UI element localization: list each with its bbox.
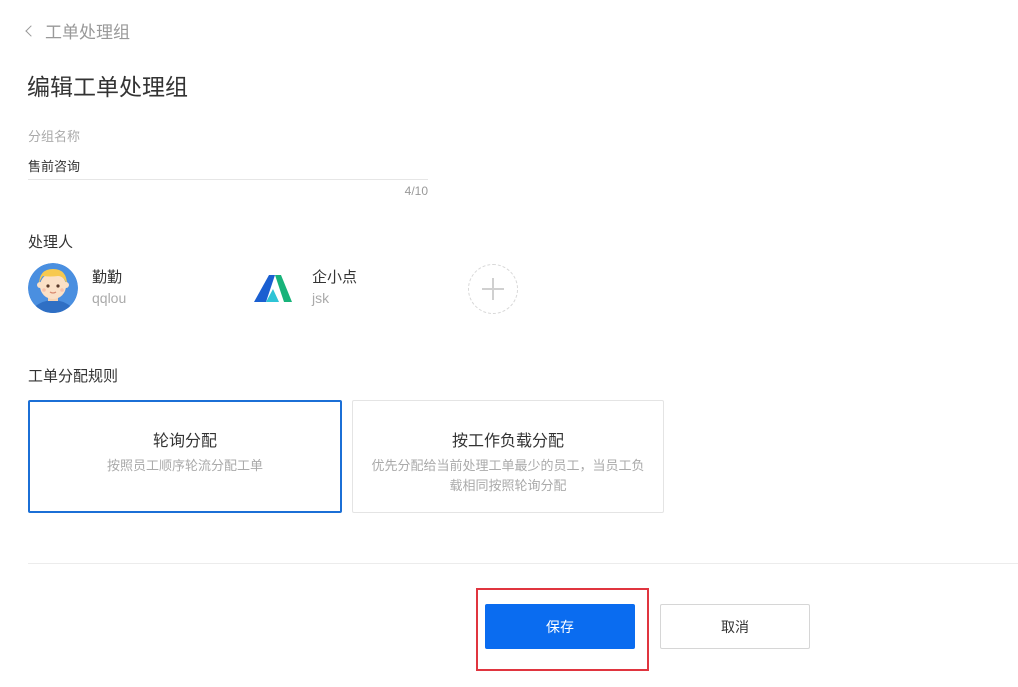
rule-option-title: 按工作负载分配: [451, 431, 564, 450]
handler-item[interactable]: 勤勤 qqlou: [28, 263, 126, 313]
back-link-label: 工单处理组: [45, 23, 130, 43]
rule-option-round-robin[interactable]: 轮询分配 按照员工顺序轮流分配工单: [28, 400, 342, 513]
handler-item[interactable]: 企小点 jsk: [248, 263, 357, 313]
char-counter: 4/10: [404, 184, 428, 198]
handlers-label: 处理人: [28, 233, 74, 251]
brand-logo-icon: [248, 263, 298, 313]
handler-name: 企小点: [312, 268, 358, 286]
footer-divider: [28, 563, 1018, 564]
back-link[interactable]: 工单处理组: [25, 18, 130, 43]
cartoon-avatar-icon: [28, 263, 78, 313]
rule-option-title: 轮询分配: [152, 431, 217, 450]
handler-account: jsk: [312, 290, 330, 306]
rule-option-description: 按照员工顺序轮流分配工单: [106, 459, 263, 474]
group-name-input[interactable]: [28, 151, 428, 180]
assignment-rule-label: 工单分配规则: [28, 367, 119, 385]
handler-name: 勤勤: [92, 268, 123, 286]
save-button[interactable]: 保存: [485, 604, 635, 649]
add-handler-button[interactable]: [468, 264, 518, 314]
group-name-label: 分组名称: [28, 130, 81, 145]
rule-option-description: 优先分配给当前处理工单最少的员工，当员工负载相同按照轮询分配: [371, 459, 645, 494]
page-title: 编辑工单处理组: [27, 75, 188, 101]
handler-account: qqlou: [92, 290, 127, 306]
chevron-left-icon: [25, 25, 37, 37]
cancel-button[interactable]: 取消: [660, 604, 810, 649]
rule-option-workload[interactable]: 按工作负载分配 优先分配给当前处理工单最少的员工，当员工负载相同按照轮询分配: [352, 400, 664, 513]
